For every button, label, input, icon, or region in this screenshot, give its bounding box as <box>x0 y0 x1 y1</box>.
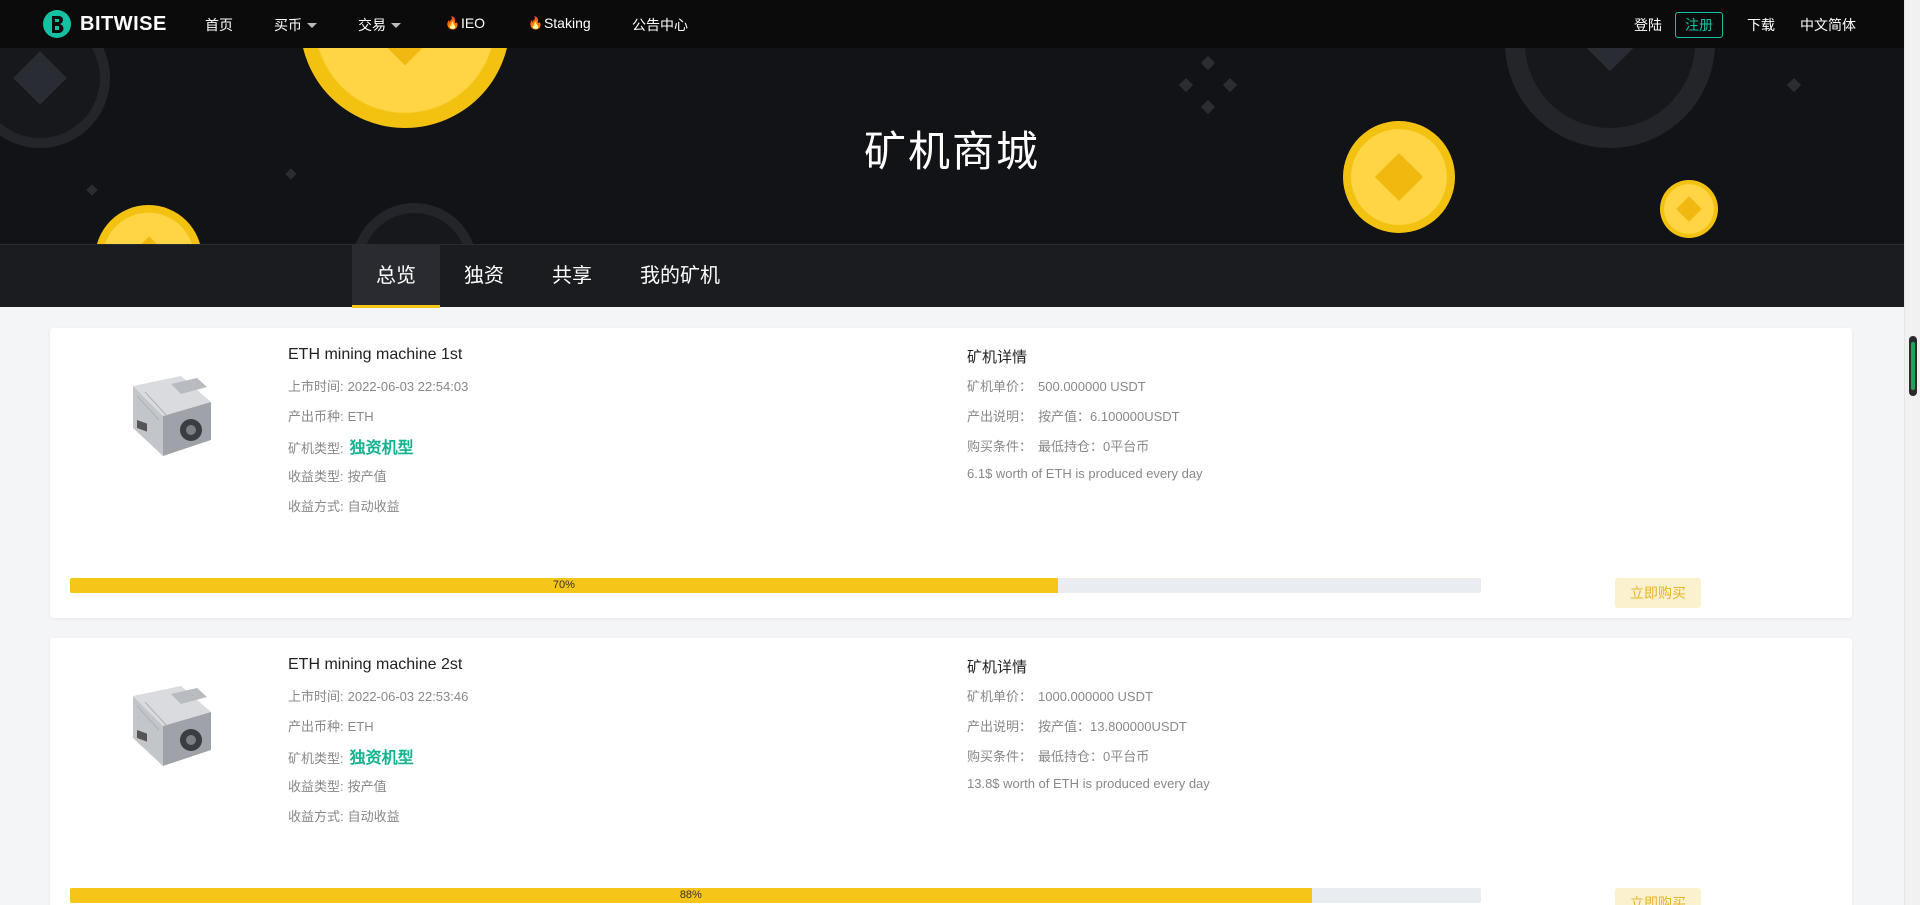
fire-icon: 🔥 <box>445 16 460 30</box>
login-link[interactable]: 登陆 <box>1634 15 1662 35</box>
output-desc-row: 产出说明： 按产值：13.800000USDT <box>967 719 1187 734</box>
unit-price-row: 矿机单价： 1000.000000 USDT <box>967 689 1153 704</box>
miner-name: ETH mining machine 2st <box>288 656 463 673</box>
decor-diamond <box>1222 77 1238 93</box>
decor-diamond <box>86 184 98 196</box>
download-link[interactable]: 下载 <box>1747 15 1775 35</box>
income-mode-row: 收益方式: 自动收益 <box>288 499 400 514</box>
income-type-row: 收益类型: 按产值 <box>288 779 387 794</box>
decor-diamond <box>1786 77 1802 93</box>
nav-announcements[interactable]: 公告中心 <box>632 15 688 35</box>
chevron-down-icon <box>391 22 401 28</box>
type-row: 矿机类型: 独资机型 <box>288 440 414 457</box>
decor-coin <box>95 205 202 244</box>
output-desc-row: 产出说明： 按产值：6.100000USDT <box>967 409 1180 424</box>
miner-type-badge: 独资机型 <box>349 750 414 767</box>
condition-row: 购买条件： 最低持仓：0平台币 <box>967 439 1150 454</box>
income-mode-row: 收益方式: 自动收益 <box>288 809 400 824</box>
output-note: 13.8$ worth of ETH is produced every day <box>967 776 1210 791</box>
tab-sole[interactable]: 独资 <box>448 245 520 308</box>
page-scrollbar[interactable] <box>1904 0 1920 905</box>
brand-name: BITWISE <box>80 12 167 35</box>
decor-diamond <box>1200 99 1216 115</box>
listed-time-row: 上市时间: 2022-06-03 22:54:03 <box>288 379 469 394</box>
nav-staking[interactable]: 🔥 Staking <box>528 15 591 31</box>
decor-coin <box>1660 180 1718 238</box>
tab-overview[interactable]: 总览 <box>352 245 440 308</box>
progress-label: 88% <box>679 889 702 901</box>
miner-image <box>133 686 211 766</box>
miner-image <box>133 376 211 456</box>
decor-diamond <box>1200 55 1216 71</box>
progress-bar: 88% <box>70 888 1481 903</box>
nav-home[interactable]: 首页 <box>205 15 233 35</box>
chevron-down-icon <box>307 22 317 28</box>
brand-logo[interactable]: BITWISE <box>42 9 167 39</box>
miner-card: ETH mining machine 1st 上市时间: 2022-06-03 2… <box>50 328 1852 618</box>
details-heading: 矿机详情 <box>967 349 1028 366</box>
tab-my-miners[interactable]: 我的矿机 <box>632 245 728 308</box>
buy-now-button[interactable]: 立即购买 <box>1615 578 1701 608</box>
decor-diamond <box>1178 77 1194 93</box>
fire-icon: 🔥 <box>528 16 543 30</box>
decor-ring <box>352 203 477 244</box>
register-button[interactable]: 注册 <box>1675 12 1723 38</box>
unit-price-row: 矿机单价： 500.000000 USDT <box>967 379 1146 394</box>
type-row: 矿机类型: 独资机型 <box>288 750 414 767</box>
buy-now-button[interactable]: 立即购买 <box>1615 888 1701 905</box>
nav-ieo[interactable]: 🔥 IEO <box>445 15 485 31</box>
output-note: 6.1$ worth of ETH is produced every day <box>967 466 1203 481</box>
tab-shared[interactable]: 共享 <box>536 245 608 308</box>
nav-trade[interactable]: 交易 <box>358 15 401 35</box>
miner-type-badge: 独资机型 <box>349 440 414 457</box>
coin-row: 产出币种: ETH <box>288 719 374 734</box>
details-heading: 矿机详情 <box>967 659 1028 676</box>
page-title: 矿机商城 <box>863 127 1040 176</box>
decor-coin <box>300 48 510 128</box>
listed-time-row: 上市时间: 2022-06-03 22:53:46 <box>288 689 469 704</box>
language-selector[interactable]: 中文简体 <box>1800 15 1856 35</box>
progress-label: 70% <box>552 579 575 591</box>
condition-row: 购买条件： 最低持仓：0平台币 <box>967 749 1150 764</box>
hero-banner: 矿机商城 <box>0 48 1904 244</box>
miner-name: ETH mining machine 1st <box>288 346 463 363</box>
coin-row: 产出币种: ETH <box>288 409 374 424</box>
miner-card: ETH mining machine 2st 上市时间: 2022-06-03 2… <box>50 638 1852 905</box>
bitwise-logo-icon <box>43 10 71 38</box>
scrollbar-thumb[interactable] <box>1909 336 1917 396</box>
progress-bar: 70% <box>70 578 1481 593</box>
tab-bar: 总览 独资 共享 我的矿机 <box>0 244 1904 308</box>
nav-buy-coin[interactable]: 买币 <box>274 15 317 35</box>
income-type-row: 收益类型: 按产值 <box>288 469 387 484</box>
top-navbar: BITWISE 首页 买币 交易 🔥 IEO 🔥 Staking 公告中心 登陆 注… <box>0 0 1904 48</box>
